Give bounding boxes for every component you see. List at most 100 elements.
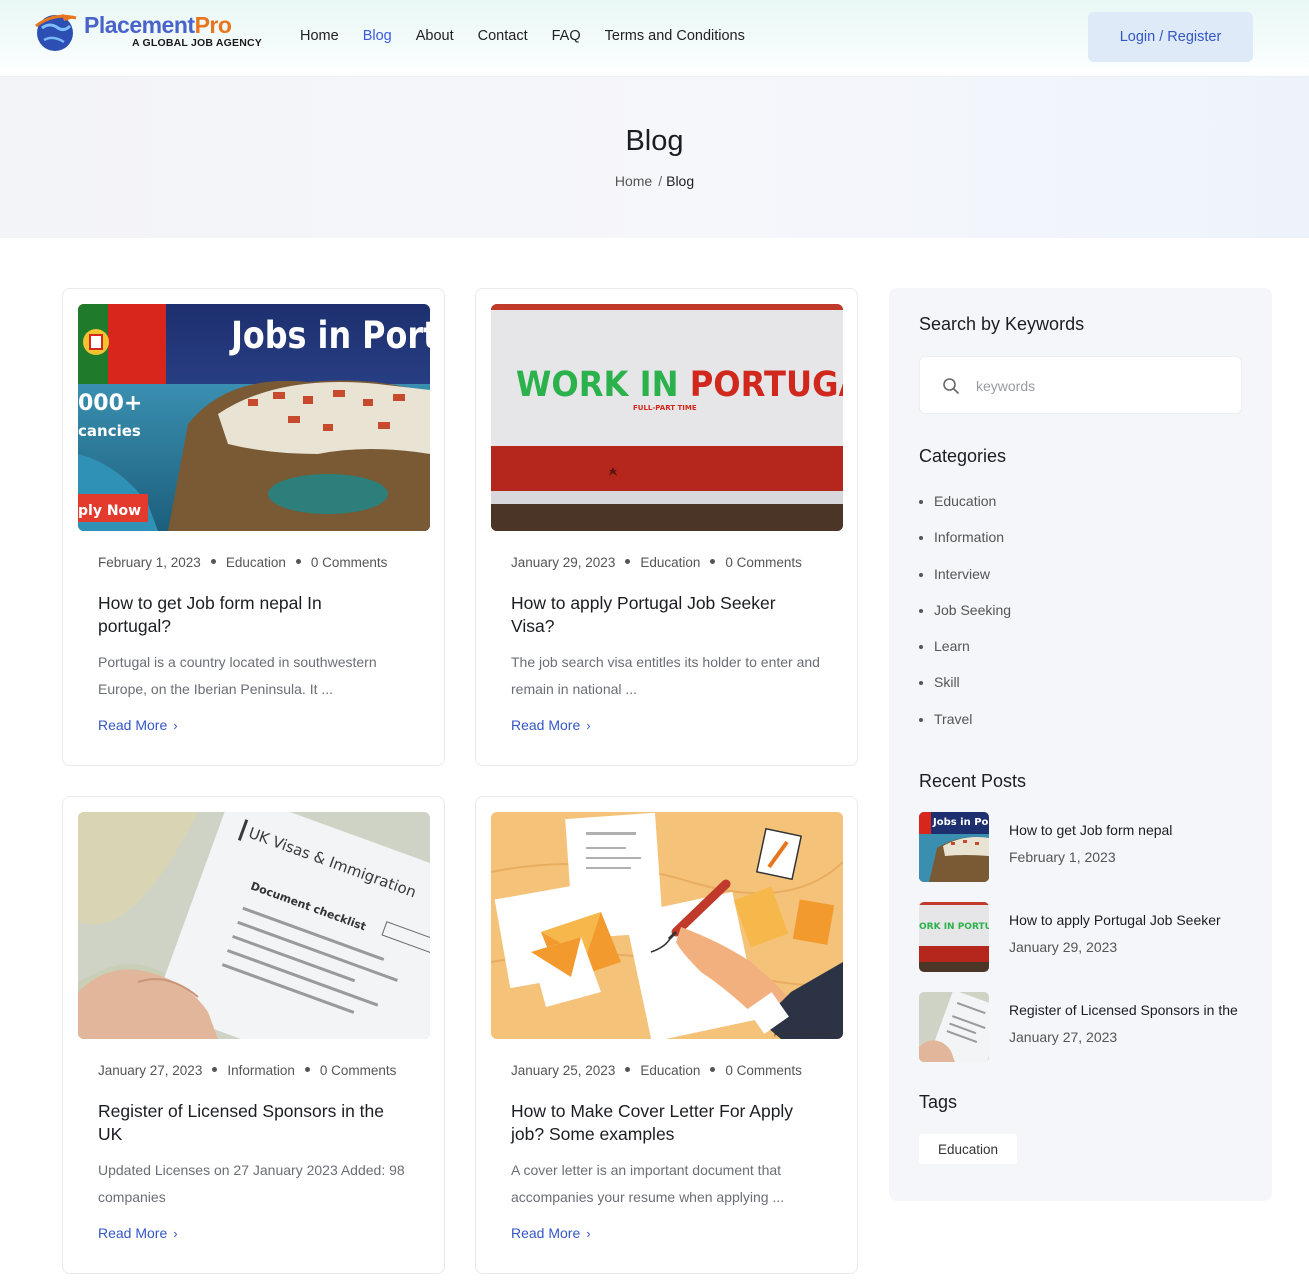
recent-post-title: How to apply Portugal Job Seeker <box>1009 912 1221 928</box>
read-more-link[interactable]: Read More › <box>511 1225 591 1241</box>
post-title[interactable]: How to get Job form nepal In portugal? <box>98 592 398 638</box>
thumb-portugal-coast: Jobs in Por <box>919 812 989 882</box>
category-item[interactable]: Job Seeking <box>919 602 1011 638</box>
recent-post-item[interactable]: Jobs in Por How to get Job form nepal Fe… <box>919 812 1259 882</box>
post-image[interactable]: placementpro.co.uk <box>491 812 843 1039</box>
post-meta: January 25, 2023 Education 0 Comments <box>511 1063 802 1078</box>
category-label: Job Seeking <box>934 601 1012 618</box>
main-nav: Home Blog About Contact FAQ Terms and Co… <box>300 28 769 44</box>
search-heading: Search by Keywords <box>919 314 1085 334</box>
post-title[interactable]: How to apply Portugal Job Seeker Visa? <box>511 592 811 638</box>
nav-faq[interactable]: FAQ <box>552 28 581 44</box>
meta-dot <box>212 1067 218 1072</box>
category-label: Interview <box>934 565 991 582</box>
category-item[interactable]: Interview <box>919 566 1011 602</box>
post-comments[interactable]: 0 Comments <box>725 1063 802 1078</box>
read-more-label: Read More <box>98 717 168 733</box>
recent-post-item[interactable]: ORK IN PORTUGA How to apply Portugal Job… <box>919 902 1259 972</box>
post-image-cover-letter: placementpro.co.uk <box>491 812 843 1039</box>
meta-dot <box>625 559 631 564</box>
post-category[interactable]: Education <box>226 555 286 570</box>
post-category[interactable]: Information <box>227 1063 295 1078</box>
recent-post-item[interactable]: Register of Licensed Sponsors in the Jan… <box>919 992 1259 1062</box>
post-category[interactable]: Education <box>640 555 700 570</box>
bullet <box>919 717 923 722</box>
meta-dot <box>625 1067 631 1072</box>
category-item[interactable]: Education <box>919 493 1011 529</box>
category-label: Travel <box>934 710 973 727</box>
recent-post-title: Register of Licensed Sponsors in the <box>1009 1002 1238 1018</box>
category-item[interactable]: Travel <box>919 711 1011 747</box>
read-more-label: Read More <box>511 717 581 733</box>
post-image-caption-b: PORTUGAL <box>690 364 843 405</box>
read-more-link[interactable]: Read More › <box>98 1225 178 1241</box>
recent-post-thumb <box>919 992 989 1062</box>
chevron-right-icon: › <box>586 1226 591 1241</box>
thumb-caption: Jobs in Por <box>932 817 989 828</box>
recent-post-thumb: Jobs in Por <box>919 812 989 882</box>
breadcrumb-home[interactable]: Home <box>615 173 652 189</box>
post-meta: January 27, 2023 Information 0 Comments <box>98 1063 396 1078</box>
post-date: February 1, 2023 <box>98 555 201 570</box>
site-logo[interactable]: PlacementPro A GLOBAL JOB AGENCY <box>32 6 262 52</box>
category-item[interactable]: Information <box>919 529 1011 565</box>
post-category[interactable]: Education <box>640 1063 700 1078</box>
read-more-link[interactable]: Read More › <box>98 717 178 733</box>
nav-about[interactable]: About <box>416 28 454 44</box>
recent-post-thumb: ORK IN PORTUGA <box>919 902 989 972</box>
blog-card: Jobs in Portuga 000+ cancies ply Now Feb… <box>62 288 445 766</box>
bullet <box>919 645 923 650</box>
category-item[interactable]: Learn <box>919 638 1011 674</box>
thumb-uk-visa-document <box>919 992 989 1062</box>
read-more-link[interactable]: Read More › <box>511 717 591 733</box>
post-image-cta: ply Now <box>78 503 141 519</box>
post-title[interactable]: How to Make Cover Letter For Apply job? … <box>511 1100 811 1146</box>
post-comments[interactable]: 0 Comments <box>725 555 802 570</box>
chevron-right-icon: › <box>173 718 178 733</box>
post-comments[interactable]: 0 Comments <box>311 555 388 570</box>
tag-education[interactable]: Education <box>919 1134 1017 1164</box>
blog-card: WORK IN PORTUGAL FULL-PART TIME January … <box>475 288 858 766</box>
breadcrumb-separator: / <box>658 173 663 189</box>
meta-dot <box>304 1067 310 1072</box>
category-item[interactable]: Skill <box>919 674 1011 710</box>
nav-home[interactable]: Home <box>300 28 339 44</box>
thumb-work-in-portugal: ORK IN PORTUGA <box>919 902 989 972</box>
post-image[interactable]: UK Visas & Immigration Document checklis… <box>78 812 430 1039</box>
nav-terms[interactable]: Terms and Conditions <box>605 28 745 44</box>
breadcrumb: Home / Blog <box>0 173 1309 189</box>
logo-wordmark: PlacementPro <box>84 12 232 38</box>
post-image[interactable]: Jobs in Portuga 000+ cancies ply Now <box>78 304 430 531</box>
recent-post-date: February 1, 2023 <box>1009 849 1116 865</box>
post-title[interactable]: Register of Licensed Sponsors in the UK <box>98 1100 398 1146</box>
search-icon[interactable] <box>942 377 960 395</box>
page-banner: Blog Home / Blog <box>0 77 1309 238</box>
nav-contact[interactable]: Contact <box>478 28 528 44</box>
recent-posts-heading: Recent Posts <box>919 771 1027 791</box>
search-input[interactable] <box>976 371 1216 401</box>
categories-heading: Categories <box>919 446 1007 466</box>
category-label: Information <box>934 529 1005 546</box>
post-image-watermark: placementpro.co.uk <box>774 1029 839 1037</box>
post-excerpt: Updated Licenses on 27 January 2023 Adde… <box>98 1162 405 1205</box>
category-label: Education <box>934 493 997 509</box>
meta-dot <box>710 1067 716 1072</box>
blog-card: placementpro.co.uk January 25, 2023 Educa… <box>475 796 858 1274</box>
category-label: Learn <box>934 638 970 655</box>
post-excerpt: The job search visa entitles its holder … <box>511 654 820 697</box>
post-comments[interactable]: 0 Comments <box>320 1063 397 1078</box>
post-image-sub: FULL-PART TIME <box>633 404 697 412</box>
meta-dot <box>210 559 216 564</box>
recent-post-date: January 27, 2023 <box>1009 1029 1118 1045</box>
blog-card: UK Visas & Immigration Document checklis… <box>62 796 445 1274</box>
tags-heading: Tags <box>919 1092 958 1112</box>
chevron-right-icon: › <box>173 1226 178 1241</box>
nav-blog[interactable]: Blog <box>363 28 392 44</box>
post-date: January 29, 2023 <box>511 555 616 570</box>
bullet <box>919 608 923 613</box>
post-image-portugal-coast: Jobs in Portuga 000+ cancies ply Now <box>78 304 430 531</box>
post-image[interactable]: WORK IN PORTUGAL FULL-PART TIME <box>491 304 843 531</box>
bullet <box>919 536 923 541</box>
post-meta: January 29, 2023 Education 0 Comments <box>511 555 802 570</box>
login-register-button[interactable]: Login / Register <box>1088 12 1253 62</box>
